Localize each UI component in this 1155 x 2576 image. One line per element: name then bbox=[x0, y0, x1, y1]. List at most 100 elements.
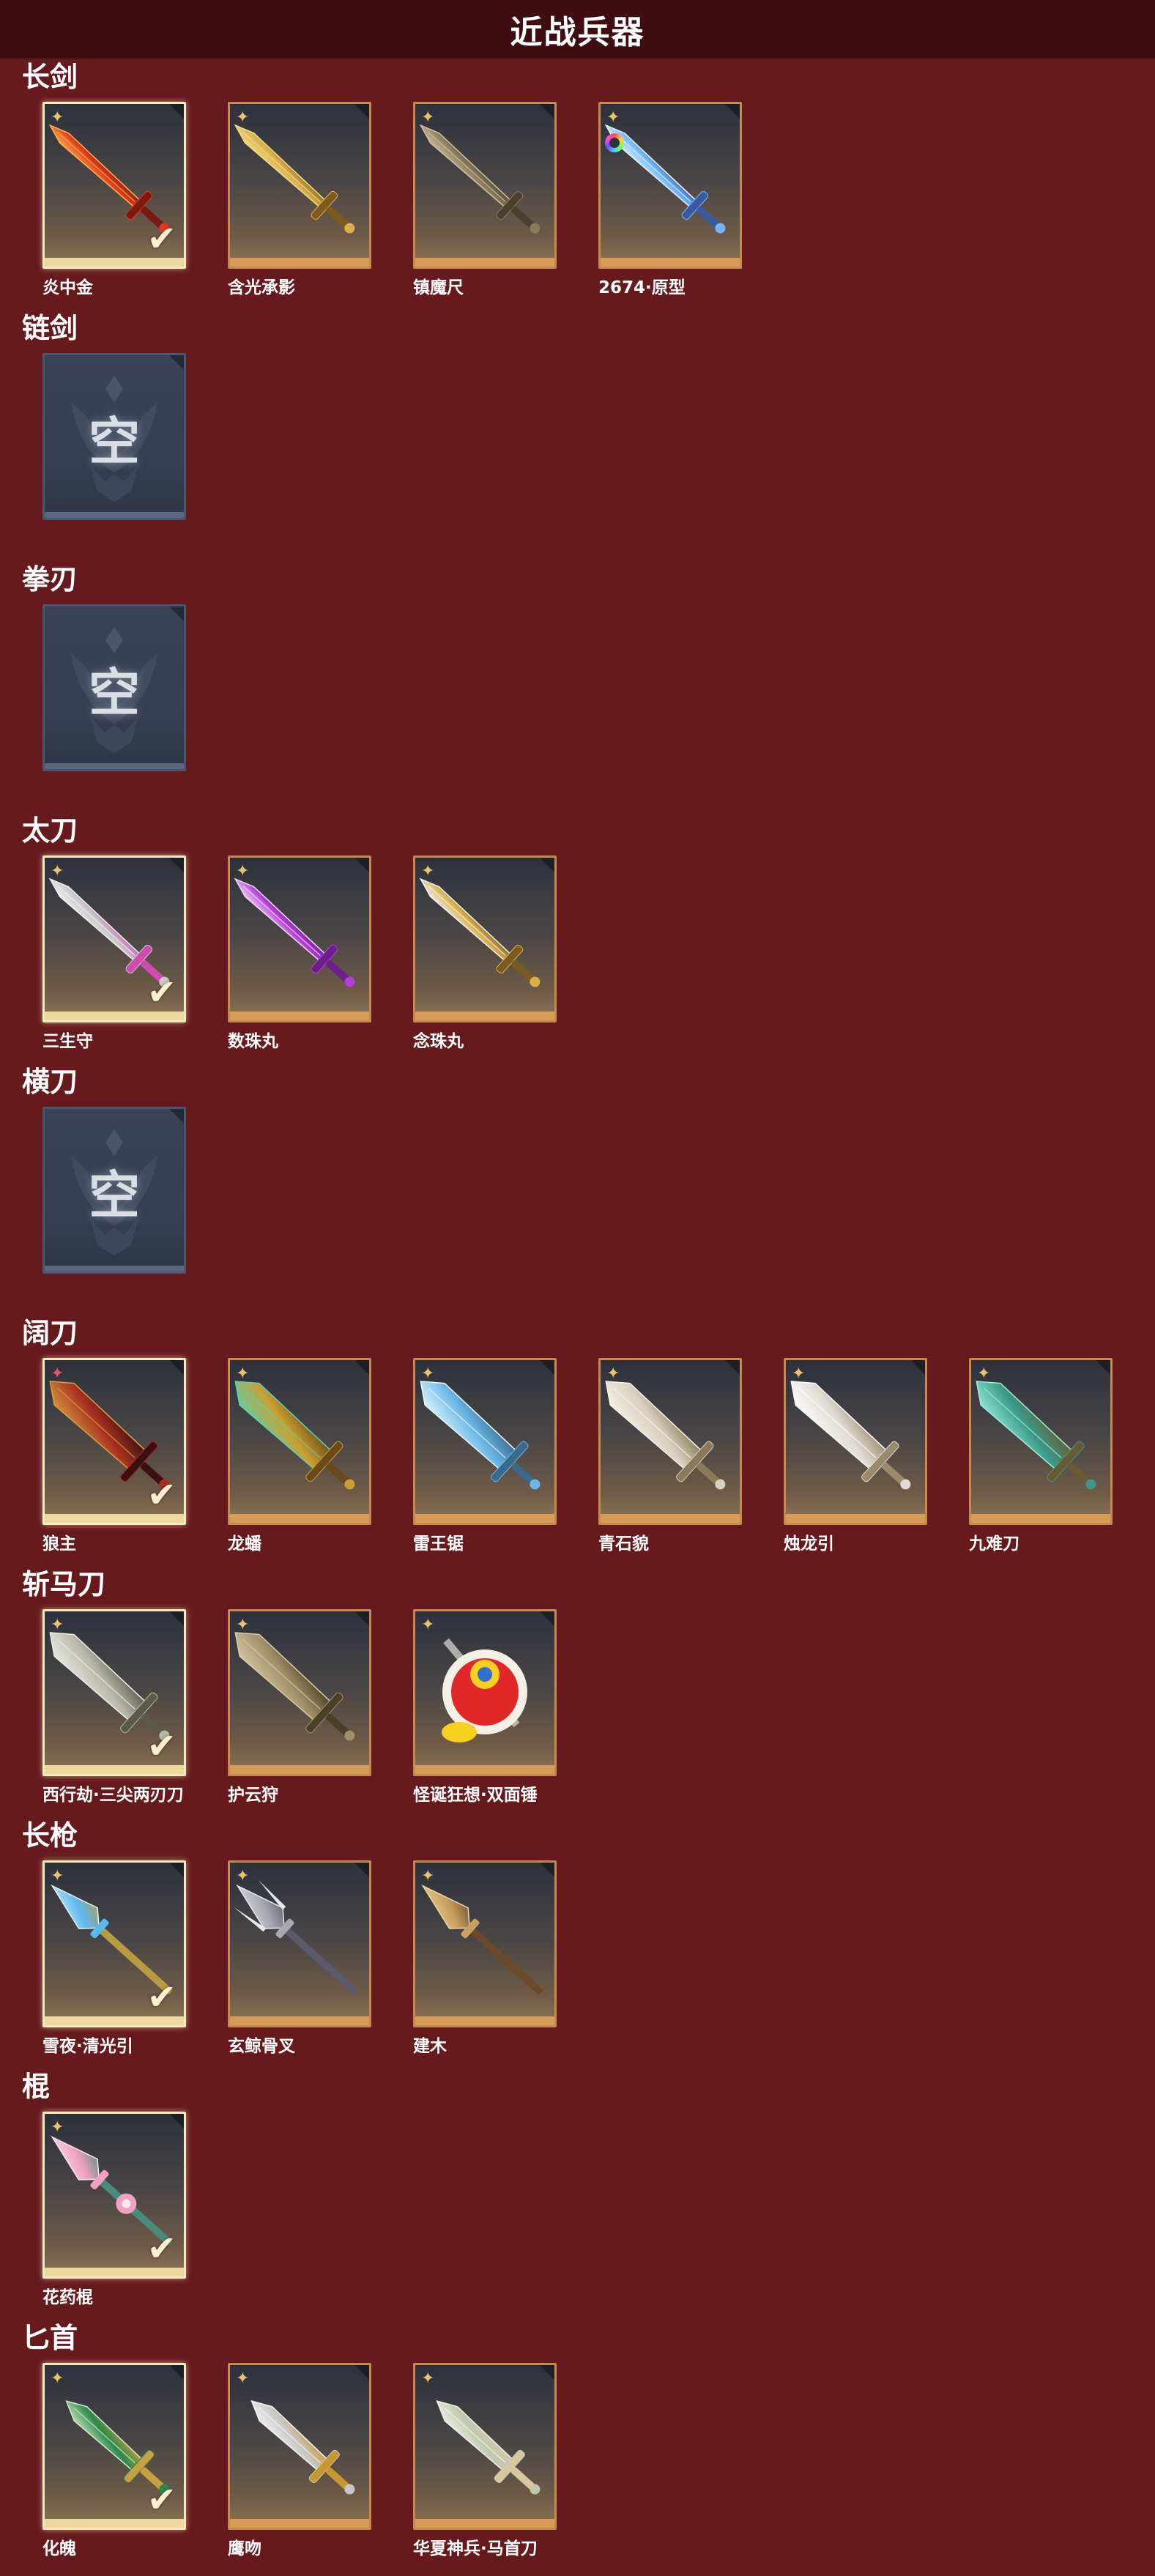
category-section: 长枪 ✦ ✔ 雪夜·清光引 ✦ 玄鲸骨叉 ✦ 建木 bbox=[0, 1818, 1155, 2069]
window-header: 近战兵器 bbox=[0, 0, 1155, 59]
rarity-strip bbox=[786, 1514, 925, 1523]
weapon-item[interactable]: ✦ 龙蟠 bbox=[228, 1358, 371, 1554]
weapon-tile[interactable]: ✦ bbox=[969, 1358, 1113, 1525]
weapon-name: 鹰吻 bbox=[228, 2539, 261, 2558]
rarity-star-icon: ✦ bbox=[51, 1867, 64, 1885]
weapon-tile[interactable]: ✦ bbox=[784, 1358, 927, 1525]
weapon-tile[interactable]: ✦ bbox=[413, 2363, 557, 2530]
rarity-star-icon: ✦ bbox=[236, 1616, 250, 1634]
weapon-item[interactable]: ✦ 鹰吻 bbox=[228, 2363, 371, 2559]
rarity-strip bbox=[45, 1266, 184, 1272]
category-title: 拳刃 bbox=[22, 563, 78, 595]
weapon-item[interactable]: ✦ 含光承影 bbox=[228, 102, 371, 298]
checkmark-icon: ✔ bbox=[146, 1474, 177, 1515]
rarity-star-icon: ✦ bbox=[236, 1365, 250, 1383]
weapon-tile[interactable]: ✦ ✔ bbox=[42, 1358, 186, 1525]
weapon-item[interactable]: ✦ 华夏神兵·马首刀 bbox=[413, 2363, 557, 2559]
weapon-tile[interactable]: ✦ bbox=[228, 1358, 371, 1525]
weapon-tile[interactable]: ✦ ✔ bbox=[42, 1609, 186, 1776]
category-section: 长剑 ✦ ✔ 炎中金 ✦ 含光承影 ✦ 镇魔尺 ✦ 2674·原型 bbox=[0, 59, 1155, 311]
weapon-name: 数珠丸 bbox=[228, 1032, 278, 1051]
weapon-name: 九难刀 bbox=[969, 1534, 1020, 1554]
weapon-tile[interactable]: ✦ bbox=[228, 855, 371, 1022]
checkmark-icon: ✔ bbox=[146, 2479, 177, 2520]
weapon-name: 2674·原型 bbox=[598, 278, 686, 297]
rarity-strip bbox=[415, 258, 554, 267]
weapon-tile[interactable]: ✦ ✔ bbox=[42, 1860, 186, 2027]
weapon-tile[interactable]: 空 bbox=[42, 353, 186, 520]
weapon-tile[interactable]: ✦ bbox=[228, 102, 371, 269]
white-dragon-broadsword-icon bbox=[605, 1381, 726, 1490]
weapon-item[interactable]: ✦ 玄鲸骨叉 bbox=[228, 1860, 371, 2057]
rarity-star-icon: ✦ bbox=[51, 2369, 64, 2388]
weapon-item[interactable]: ✦ 九难刀 bbox=[969, 1358, 1113, 1554]
empty-weapon-slot[interactable]: 空 bbox=[42, 604, 186, 771]
rarity-strip bbox=[45, 1514, 184, 1523]
rarity-strip bbox=[45, 2268, 184, 2276]
weapon-tile[interactable]: ✦ ✔ bbox=[42, 102, 186, 269]
weapon-tile[interactable]: 空 bbox=[42, 1107, 186, 1274]
weapon-tile[interactable]: ✦ bbox=[413, 102, 557, 269]
empty-weapon-slot[interactable]: 空 bbox=[42, 353, 186, 520]
weapon-tile[interactable]: ✦ bbox=[228, 1609, 371, 1776]
weapon-name: 念珠丸 bbox=[413, 1032, 464, 1051]
checkmark-icon: ✔ bbox=[146, 1977, 177, 2018]
white-broadsword-icon bbox=[790, 1381, 911, 1490]
weapon-name: 怪诞狂想·双面锤 bbox=[413, 1786, 538, 1805]
weapon-item[interactable]: ✦ 护云狩 bbox=[228, 1609, 371, 1805]
weapon-item[interactable]: ✦ ✔ 炎中金 bbox=[42, 102, 186, 298]
category-section: 斩马刀 ✦ ✔ 西行劫·三尖两刃刀 ✦ 护云狩 ✦ 怪诞狂想·双面锤 bbox=[0, 1567, 1155, 1818]
corner-fold-icon bbox=[169, 858, 184, 872]
weapon-item[interactable]: ✦ 念珠丸 bbox=[413, 855, 557, 1052]
weapon-name: 镇魔尺 bbox=[413, 278, 464, 297]
weapon-item[interactable]: ✦ 2674·原型 bbox=[598, 102, 742, 298]
weapon-tile[interactable]: ✦ bbox=[413, 1860, 557, 2027]
weapon-tile[interactable]: ✦ bbox=[228, 2363, 371, 2530]
trident-icon bbox=[234, 1879, 357, 1994]
weapon-tile[interactable]: ✦ ✔ bbox=[42, 2112, 186, 2279]
weapon-tile[interactable]: ✦ bbox=[413, 1609, 557, 1776]
weapon-item[interactable]: ✦ ✔ 花药棍 bbox=[42, 2112, 186, 2308]
corner-fold-icon bbox=[540, 2365, 554, 2380]
weapon-name: 三生守 bbox=[42, 1032, 93, 1051]
weapon-item[interactable]: ✦ ✔ 雪夜·清光引 bbox=[42, 1860, 186, 2057]
weapon-item[interactable]: ✦ ✔ 化魄 bbox=[42, 2363, 186, 2559]
category-title: 斩马刀 bbox=[22, 1568, 106, 1600]
weapon-name: 烛龙引 bbox=[784, 1534, 834, 1554]
category-title: 棍 bbox=[22, 2071, 51, 2103]
rarity-star-icon: ✦ bbox=[51, 108, 64, 127]
weapon-tile[interactable]: ✦ ✔ bbox=[42, 2363, 186, 2530]
category-title: 长枪 bbox=[22, 1819, 78, 1852]
empty-weapon-slot[interactable]: 空 bbox=[42, 1107, 186, 1274]
weapon-name: 化魄 bbox=[42, 2539, 76, 2558]
weapon-item[interactable]: ✦ 数珠丸 bbox=[228, 855, 371, 1052]
weapon-item[interactable]: ✦ 烛龙引 bbox=[784, 1358, 927, 1554]
rarity-star-icon: ✦ bbox=[421, 1365, 435, 1383]
rarity-star-icon: ✦ bbox=[236, 1867, 250, 1885]
weapon-item[interactable]: ✦ ✔ 三生守 bbox=[42, 855, 186, 1052]
rarity-star-icon: ✦ bbox=[977, 1365, 991, 1383]
golden-sword-icon bbox=[234, 124, 355, 234]
rarity-star-icon: ✦ bbox=[236, 108, 250, 127]
rarity-strip bbox=[415, 1012, 554, 1020]
weapon-item[interactable]: ✦ 雷王锯 bbox=[413, 1358, 557, 1554]
weapon-tile[interactable]: ✦ bbox=[598, 102, 742, 269]
rarity-strip bbox=[415, 2519, 554, 2528]
weapon-item[interactable]: ✦ 怪诞狂想·双面锤 bbox=[413, 1609, 557, 1805]
weapon-tile[interactable]: ✦ bbox=[228, 1860, 371, 2027]
weapon-tile[interactable]: 空 bbox=[42, 604, 186, 771]
weapon-tile[interactable]: ✦ bbox=[413, 1358, 557, 1525]
lightning-broadsword-icon bbox=[420, 1381, 541, 1490]
purple-katana-icon bbox=[234, 877, 355, 987]
weapon-tile[interactable]: ✦ bbox=[413, 855, 557, 1022]
weapon-tile[interactable]: ✦ bbox=[598, 1358, 742, 1525]
corner-fold-icon bbox=[540, 1611, 554, 1626]
corner-fold-icon bbox=[540, 104, 554, 119]
horse-head-dagger-icon bbox=[436, 2399, 541, 2495]
weapon-item[interactable]: ✦ ✔ 西行劫·三尖两刃刀 bbox=[42, 1609, 186, 1805]
weapon-item[interactable]: ✦ 青石貌 bbox=[598, 1358, 742, 1554]
weapon-item[interactable]: ✦ ✔ 狼主 bbox=[42, 1358, 186, 1554]
weapon-item[interactable]: ✦ 建木 bbox=[413, 1860, 557, 2057]
weapon-tile[interactable]: ✦ ✔ bbox=[42, 855, 186, 1022]
weapon-item[interactable]: ✦ 镇魔尺 bbox=[413, 102, 557, 298]
